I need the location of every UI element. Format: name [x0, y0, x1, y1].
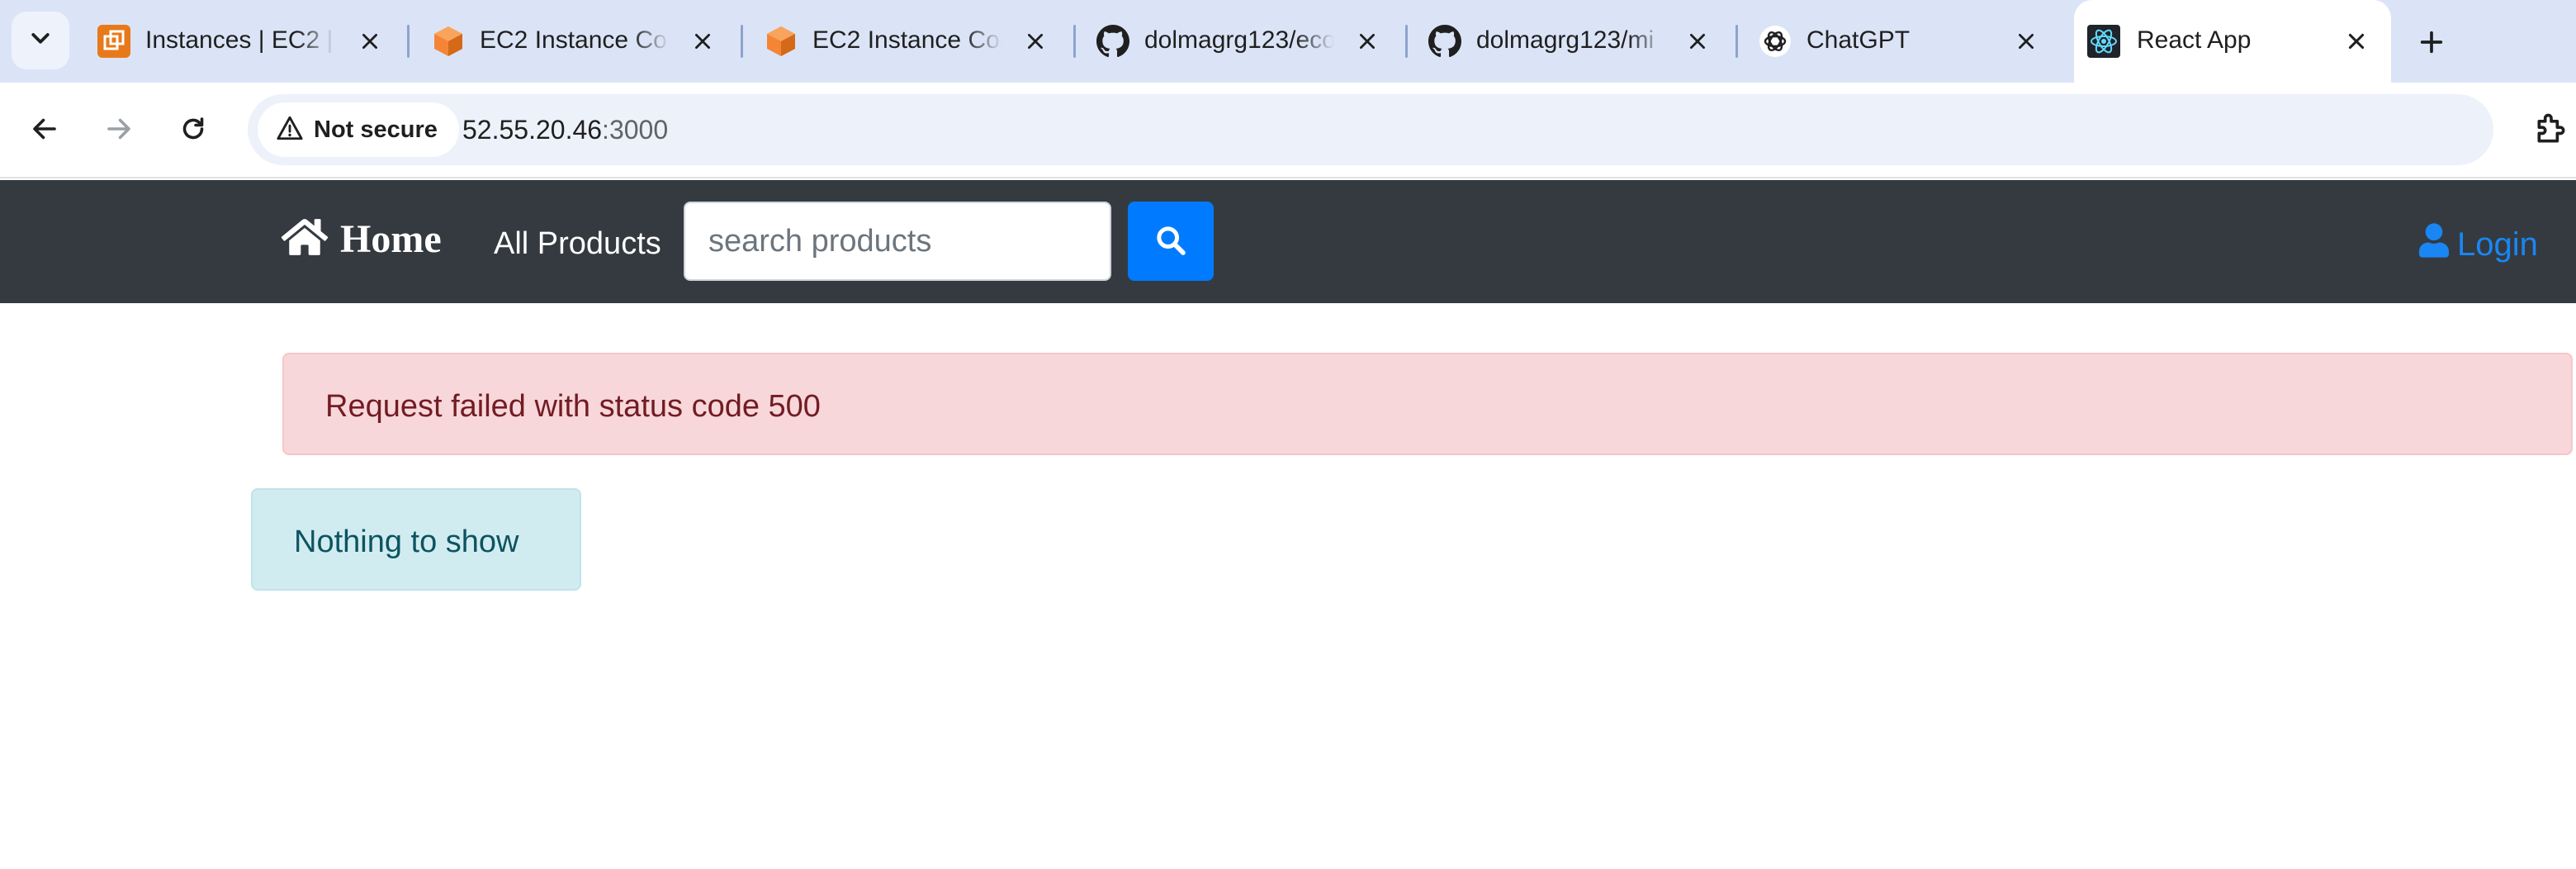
tab-title: React App: [2137, 26, 2252, 54]
login-label: Login: [2457, 226, 2538, 263]
close-icon[interactable]: [1351, 25, 1384, 58]
tab-title: dolmagrg123/mi: [1476, 26, 1655, 54]
browser-tab[interactable]: ChatGPT: [1744, 0, 2066, 83]
tab-title: dolmagrg123/ecom: [1144, 26, 1334, 54]
brand-label: Home: [340, 217, 442, 261]
aws-ec2-icon: [97, 25, 130, 58]
tab-separator: [741, 25, 743, 58]
new-tab-button[interactable]: [2411, 23, 2452, 64]
close-icon[interactable]: [1681, 25, 1714, 58]
tab-title: EC2 Instance Connect: [812, 26, 1002, 54]
browser-tab[interactable]: EC2 Instance Connect: [750, 0, 1072, 83]
reload-button[interactable]: [170, 107, 216, 154]
site-info-chip[interactable]: Not secure: [258, 102, 459, 157]
url-port: :3000: [602, 115, 669, 145]
plus-icon: [2417, 28, 2446, 60]
close-icon[interactable]: [1019, 25, 1052, 58]
security-label: Not secure: [314, 116, 438, 143]
back-button[interactable]: [21, 107, 68, 154]
error-alert: Request failed with status code 500: [282, 353, 2573, 455]
extensions-button[interactable]: [2530, 109, 2573, 152]
login-link[interactable]: Login: [2419, 223, 2538, 266]
warning-icon: [276, 114, 304, 146]
browser-toolbar: Not secure 52.55.20.46:3000: [0, 83, 2576, 178]
user-icon: [2419, 223, 2449, 266]
chevron-down-icon: [28, 26, 53, 55]
aws-cube-icon: [432, 25, 465, 58]
browser-tab[interactable]: EC2 Instance Connect: [417, 0, 739, 83]
browser-tab-active[interactable]: React App: [2074, 0, 2391, 83]
close-icon[interactable]: [353, 25, 386, 58]
github-icon: [1096, 25, 1129, 58]
puzzle-icon: [2533, 111, 2569, 151]
address-bar[interactable]: Not secure 52.55.20.46:3000: [248, 94, 2493, 165]
url-text[interactable]: 52.55.20.46:3000: [462, 115, 668, 145]
tab-search-button[interactable]: [12, 12, 69, 69]
aws-cube-icon: [765, 25, 798, 58]
all-products-link[interactable]: All Products: [494, 226, 661, 262]
home-icon: [281, 216, 329, 262]
browser-tab[interactable]: Instances | EC2 | us: [83, 0, 405, 83]
tab-separator: [1073, 25, 1076, 58]
tab-separator: [1735, 25, 1738, 58]
home-link[interactable]: Home: [281, 216, 442, 262]
close-icon[interactable]: [2340, 25, 2373, 58]
browser-tab-strip: Instances | EC2 | us EC2 Instance Connec…: [0, 0, 2576, 83]
forward-button[interactable]: [96, 107, 142, 154]
tab-title: Instances | EC2 | us: [145, 26, 335, 54]
search-input[interactable]: [684, 202, 1111, 281]
close-icon[interactable]: [686, 25, 719, 58]
url-host: 52.55.20.46: [462, 115, 603, 145]
tab-separator: [407, 25, 410, 58]
search-button[interactable]: [1128, 202, 1214, 281]
search-icon: [1154, 224, 1187, 259]
arrow-right-icon: [104, 114, 134, 148]
arrow-left-icon: [30, 114, 59, 148]
close-icon[interactable]: [2010, 25, 2043, 58]
chatgpt-icon: [1759, 25, 1792, 58]
tab-title: ChatGPT: [1807, 26, 1911, 54]
browser-tab[interactable]: dolmagrg123/ecom: [1082, 0, 1404, 83]
react-icon: [2087, 25, 2120, 58]
tab-separator: [1405, 25, 1408, 58]
github-icon: [1428, 25, 1461, 58]
reload-icon: [178, 114, 208, 148]
empty-state-alert: Nothing to show: [251, 488, 581, 591]
browser-tab[interactable]: dolmagrg123/mi: [1413, 0, 1735, 83]
app-navbar: Home All Products Login: [0, 180, 2576, 303]
tab-title: EC2 Instance Connect: [480, 26, 670, 54]
